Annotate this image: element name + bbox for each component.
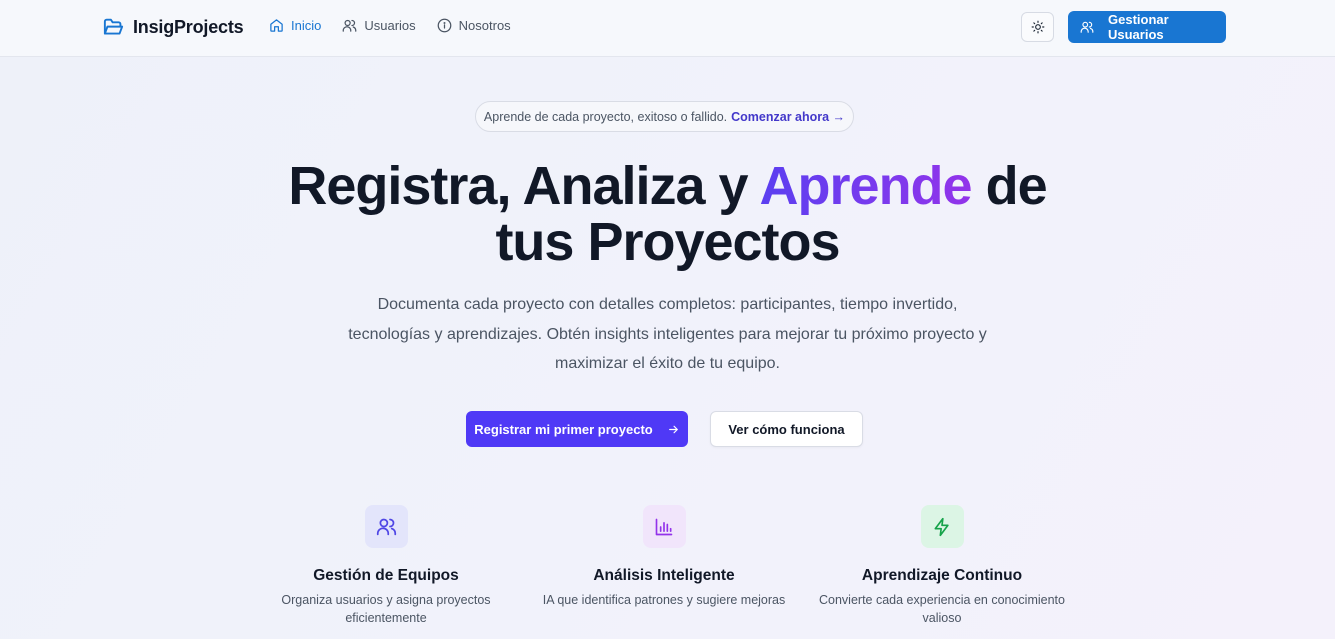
- feature-desc: Convierte cada experiencia en conocimien…: [819, 593, 1065, 625]
- feature-title: Análisis Inteligente: [593, 567, 735, 584]
- brand-name: InsigProjects: [133, 16, 244, 37]
- arrow-right-icon: [667, 423, 680, 436]
- hero-title-part2: de: [971, 156, 1048, 216]
- feature-desc: Organiza usuarios y asigna proyectos efi…: [281, 593, 491, 625]
- nav-item-usuarios[interactable]: Usuarios: [342, 18, 416, 33]
- nav-item-nosotros[interactable]: Nosotros: [437, 18, 511, 33]
- brand-logo[interactable]: InsigProjects: [103, 16, 244, 38]
- hero-title-line2: tus Proyectos: [495, 212, 840, 272]
- pill-link[interactable]: Comenzar ahora →: [731, 110, 845, 124]
- cta-secondary-label: Ver cómo funciona: [728, 421, 845, 437]
- feature-continuous-learning: Aprendizaje Continuo Convierte cada expe…: [812, 505, 1072, 627]
- main-nav: Inicio Usuarios Nosotros: [269, 18, 511, 33]
- feature-team-management: Gestión de Equipos Organiza usuarios y a…: [256, 505, 516, 627]
- zap-icon: [932, 517, 952, 537]
- theme-toggle-button[interactable]: [1021, 12, 1054, 42]
- manage-users-button[interactable]: Gestionar Usuarios: [1068, 11, 1226, 43]
- how-it-works-button[interactable]: Ver cómo funciona: [710, 411, 863, 447]
- register-first-project-button[interactable]: Registrar mi primer proyecto: [466, 411, 688, 447]
- feature-title: Aprendizaje Continuo: [861, 567, 1023, 584]
- home-icon: [269, 18, 284, 33]
- folder-open-icon: [103, 18, 124, 37]
- manage-users-label: Gestionar Usuarios: [1108, 12, 1169, 42]
- feature-icon-box: [364, 505, 408, 548]
- hero-subtitle: Documenta cada proyecto con detalles com…: [348, 296, 987, 372]
- feature-title: Gestión de Equipos: [313, 567, 459, 584]
- sun-icon: [1031, 20, 1045, 34]
- hero-title-part1: Registra, Analiza y: [288, 156, 760, 216]
- nav-item-label: Inicio: [291, 18, 322, 33]
- feature-desc: IA que identifica patrones y sugiere mej…: [542, 593, 786, 607]
- feature-icon-box: [920, 505, 964, 548]
- hero-title: Registra, Analiza y Aprende de tus Proye…: [0, 158, 1335, 270]
- bar-chart-icon: [654, 517, 674, 537]
- hero-title-highlight: Aprende: [759, 156, 973, 216]
- cta-primary-label: Registrar mi primer proyecto: [474, 421, 653, 437]
- feature-smart-analysis: Análisis Inteligente IA que identifica p…: [534, 505, 794, 609]
- users-icon: [376, 516, 397, 537]
- info-icon: [437, 18, 452, 33]
- navbar: InsigProjects Inicio Usuarios Nosotros G…: [0, 0, 1335, 57]
- users-icon: [1080, 20, 1094, 34]
- nav-item-label: Usuarios: [364, 18, 416, 33]
- announcement-pill: Aprende de cada proyecto, exitoso o fall…: [475, 101, 854, 132]
- pill-text: Aprende de cada proyecto, exitoso o fall…: [483, 109, 728, 124]
- nav-item-inicio[interactable]: Inicio: [269, 18, 321, 33]
- feature-icon-box: [642, 505, 686, 548]
- nav-item-label: Nosotros: [458, 18, 511, 33]
- users-icon: [342, 18, 357, 33]
